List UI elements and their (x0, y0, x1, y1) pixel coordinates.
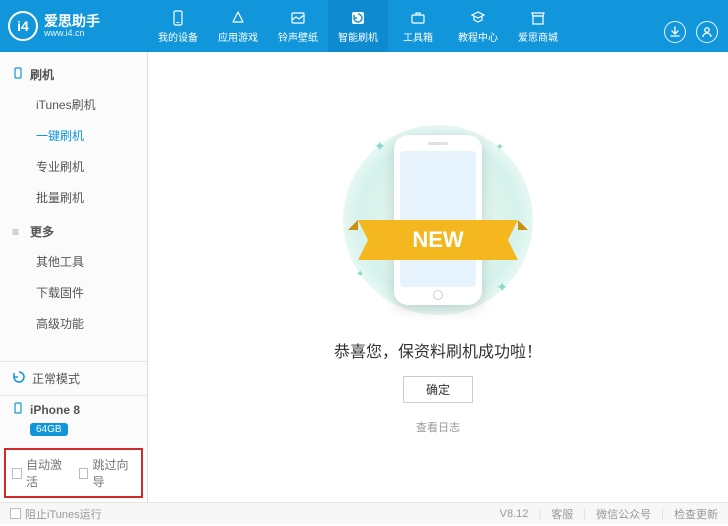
sparkle-icon: ✦ (496, 279, 508, 296)
sidebar: 刷机 iTunes刷机 一键刷机 专业刷机 批量刷机 ≡ 更多 其他工具 下载固… (0, 52, 148, 502)
device-mode-row[interactable]: 正常模式 (0, 362, 147, 396)
app-body: 刷机 iTunes刷机 一键刷机 专业刷机 批量刷机 ≡ 更多 其他工具 下载固… (0, 52, 728, 502)
tab-smart-flash[interactable]: 智能刷机 (328, 0, 388, 52)
flash-icon (349, 9, 367, 27)
logo-icon: i4 (8, 11, 38, 41)
sidebar-item-pro-flash[interactable]: 专业刷机 (0, 151, 147, 182)
store-icon (529, 9, 547, 27)
footer-link-support[interactable]: 客服 (551, 506, 573, 522)
svg-text:NEW: NEW (412, 227, 464, 252)
main-content: ✦ ✦ ✦ ✦ NEW 恭喜您，保资料刷机成功啦！ 确定 查看日志 (148, 52, 728, 502)
checkbox-icon (12, 468, 22, 479)
more-icon: ≡ (12, 225, 24, 239)
apps-icon (229, 9, 247, 27)
sparkle-icon: ✦ (496, 142, 504, 153)
tab-tutorials[interactable]: 教程中心 (448, 0, 508, 52)
sidebar-group-more[interactable]: ≡ 更多 (0, 217, 147, 246)
version-label: V8.12 (500, 508, 529, 520)
tab-toolbox[interactable]: 工具箱 (388, 0, 448, 52)
storage-badge: 64GB (30, 423, 68, 436)
brand-name: 爱思助手 (44, 14, 100, 29)
wallpaper-icon (289, 9, 307, 27)
tutorial-icon (469, 9, 487, 27)
status-bar: 阻止iTunes运行 V8.12 | 客服 | 微信公众号 | 检查更新 (0, 502, 728, 524)
sidebar-item-download-firmware[interactable]: 下载固件 (0, 277, 147, 308)
sidebar-group-flash[interactable]: 刷机 (0, 60, 147, 89)
checkbox-icon (10, 508, 21, 519)
app-header: i4 爱思助手 www.i4.cn 我的设备 应用游戏 铃声壁纸 智能刷机 工具… (0, 0, 728, 52)
skip-wizard-checkbox[interactable]: 跳过向导 (79, 456, 136, 490)
auto-activate-checkbox[interactable]: 自动激活 (12, 456, 69, 490)
success-illustration: ✦ ✦ ✦ ✦ NEW (338, 120, 538, 320)
success-message: 恭喜您，保资料刷机成功啦！ (334, 338, 542, 362)
sidebar-item-oneclick-flash[interactable]: 一键刷机 (0, 120, 147, 151)
tab-apps[interactable]: 应用游戏 (208, 0, 268, 52)
view-log-link[interactable]: 查看日志 (416, 419, 460, 435)
block-itunes-checkbox[interactable]: 阻止iTunes运行 (10, 506, 102, 522)
sidebar-bottom: 正常模式 iPhone 8 64GB 自动激活 跳过向导 (0, 361, 147, 502)
sidebar-item-itunes-flash[interactable]: iTunes刷机 (0, 89, 147, 120)
phone-outline-icon (12, 67, 24, 82)
ok-button[interactable]: 确定 (403, 376, 473, 403)
new-ribbon: NEW (348, 200, 528, 273)
checkbox-icon (79, 468, 89, 479)
device-name: iPhone 8 (30, 403, 80, 417)
phone-small-icon (12, 402, 24, 417)
device-icon (169, 9, 187, 27)
sidebar-item-other-tools[interactable]: 其他工具 (0, 246, 147, 277)
sidebar-item-batch-flash[interactable]: 批量刷机 (0, 182, 147, 213)
top-tabs: 我的设备 应用游戏 铃声壁纸 智能刷机 工具箱 教程中心 爱思商城 (148, 0, 568, 52)
toolbox-icon (409, 9, 427, 27)
tab-store[interactable]: 爱思商城 (508, 0, 568, 52)
device-mode-label: 正常模式 (32, 370, 80, 387)
device-row[interactable]: iPhone 8 64GB (0, 396, 147, 444)
flash-options-box: 自动激活 跳过向导 (4, 448, 143, 498)
tab-ringtone[interactable]: 铃声壁纸 (268, 0, 328, 52)
sidebar-item-advanced[interactable]: 高级功能 (0, 308, 147, 339)
brand-url: www.i4.cn (44, 29, 100, 38)
sparkle-icon: ✦ (374, 138, 386, 155)
refresh-icon (12, 370, 26, 387)
brand-logo: i4 爱思助手 www.i4.cn (8, 11, 148, 41)
tab-my-device[interactable]: 我的设备 (148, 0, 208, 52)
